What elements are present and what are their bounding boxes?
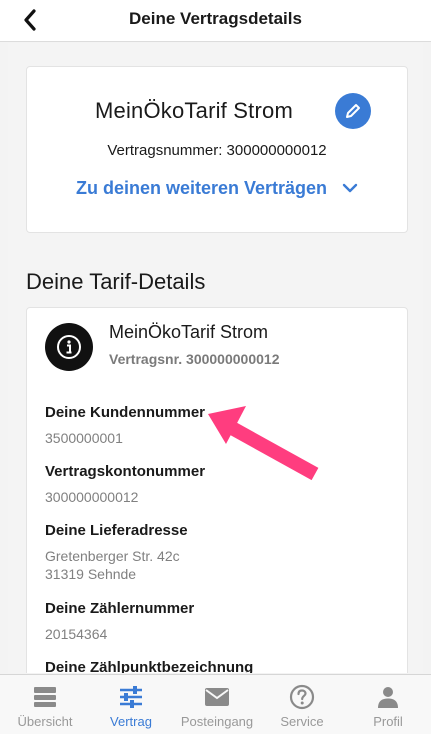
customer-number-value: 3500000001 xyxy=(45,430,123,446)
tab-label: Profil xyxy=(373,714,403,729)
tab-contract[interactable]: Vertrag xyxy=(88,675,174,734)
info-icon xyxy=(45,323,93,371)
tab-overview[interactable]: Übersicht xyxy=(2,675,88,734)
details-contract-number: Vertragsnr. 300000000012 xyxy=(109,351,280,367)
meter-number-value: 20154364 xyxy=(45,626,108,642)
page-title: Deine Vertragsdetails xyxy=(129,9,302,28)
tab-inbox[interactable]: Posteingang xyxy=(174,675,260,734)
meter-number-label: Deine Zählernummer xyxy=(45,600,195,617)
more-contracts-label: Zu deinen weiteren Verträgen xyxy=(75,178,328,198)
overview-icon xyxy=(2,684,88,710)
edit-button[interactable] xyxy=(335,93,371,129)
tab-bar: Übersicht Vertrag Posteingang Service Pr… xyxy=(0,674,431,734)
sliders-icon xyxy=(88,684,174,710)
chevron-down-icon xyxy=(342,177,358,198)
tab-profile[interactable]: Profil xyxy=(345,675,431,734)
content-area[interactable]: MeinÖkoTarif Strom Vertragsnummer: 30000… xyxy=(8,43,423,673)
annotation-arrow xyxy=(208,406,319,481)
contract-number: Vertragsnummer: 300000000012 xyxy=(107,142,327,159)
account-number-value: 300000000012 xyxy=(45,489,139,505)
more-contracts-link[interactable]: Zu deinen weiteren Verträgen xyxy=(27,178,407,199)
customer-number-label: Deine Kundennummer xyxy=(45,404,206,421)
details-tariff-name: MeinÖkoTarif Strom xyxy=(109,322,269,342)
tab-label: Übersicht xyxy=(17,714,73,729)
pencil-icon xyxy=(346,104,360,118)
help-icon xyxy=(259,684,345,710)
meter-point-label: Deine Zählpunktbezeichnung xyxy=(45,659,254,673)
delivery-address-label: Deine Lieferadresse xyxy=(45,522,188,539)
section-title: Deine Tarif-Details xyxy=(26,269,206,294)
contract-card: MeinÖkoTarif Strom Vertragsnummer: 30000… xyxy=(26,66,408,233)
tab-label: Vertrag xyxy=(110,714,152,729)
tab-label: Posteingang xyxy=(180,714,254,729)
tab-label: Service xyxy=(280,714,324,729)
mail-icon xyxy=(174,684,260,710)
account-number-label: Vertragskontonummer xyxy=(45,463,206,480)
top-bar: Deine Vertragsdetails xyxy=(0,0,431,42)
tab-service[interactable]: Service xyxy=(259,675,345,734)
delivery-address-city: 31319 Sehnde xyxy=(45,566,137,582)
profile-icon xyxy=(345,684,431,710)
delivery-address-street: Gretenberger Str. 42c xyxy=(45,548,180,564)
